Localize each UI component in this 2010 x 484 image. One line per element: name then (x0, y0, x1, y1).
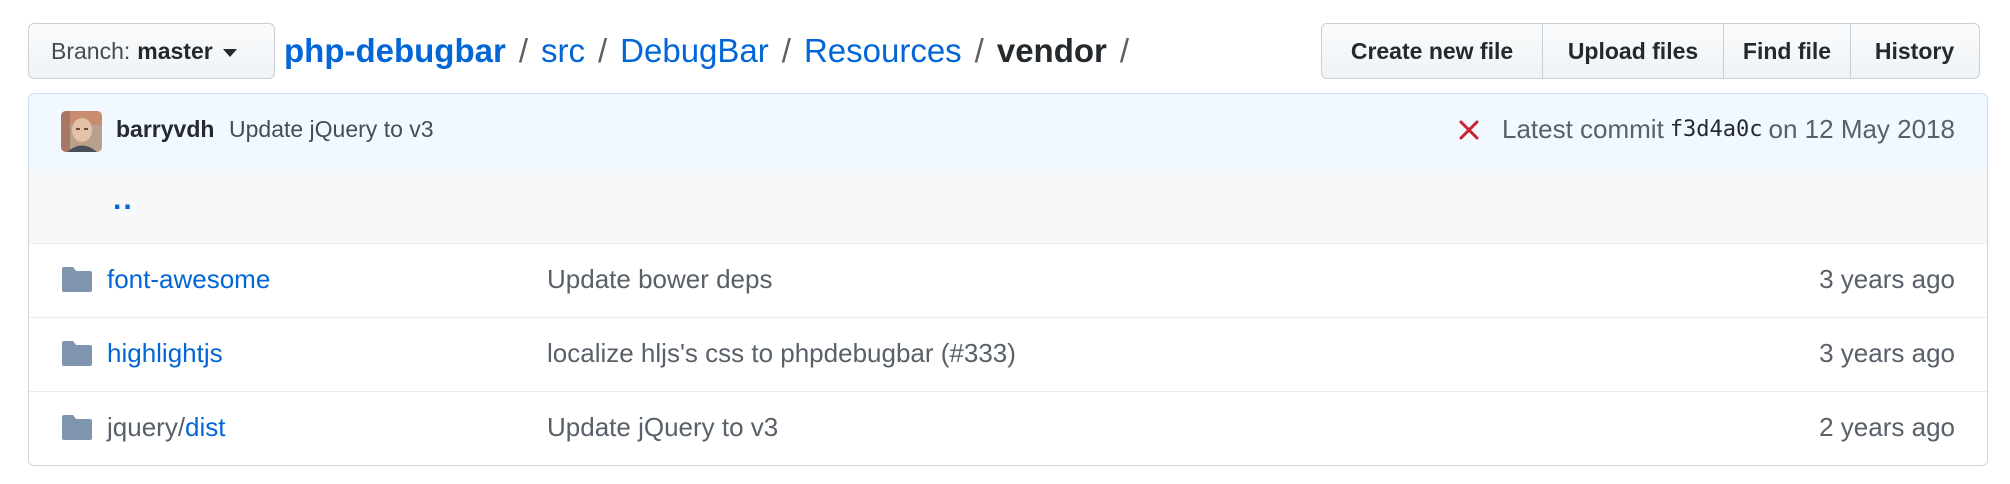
branch-prefix: Branch: (51, 37, 131, 64)
folder-path-prefix: jquery/ (107, 412, 186, 442)
branch-name: master (137, 37, 213, 64)
history-button[interactable]: History (1849, 23, 1980, 79)
commit-message-link[interactable]: Update jQuery to v3 (229, 116, 434, 143)
breadcrumb-repo-link[interactable]: php-debugbar (284, 32, 506, 70)
find-file-button[interactable]: Find file (1723, 23, 1851, 79)
latest-commit-label: Latest commit (1501, 114, 1664, 144)
dropdown-caret-icon (222, 48, 237, 57)
file-commit-message-link[interactable]: Update jQuery to v3 (547, 412, 778, 443)
avatar[interactable] (61, 111, 102, 152)
parent-directory-link[interactable]: .. (113, 183, 134, 217)
repo-navigation-bar: Branch: master php-debugbar / src / Debu… (28, 23, 1988, 79)
file-row: highlightjs localize hljs's css to phpde… (29, 318, 1987, 392)
file-row: font-awesome Update bower deps 3 years a… (29, 244, 1987, 318)
breadcrumb-separator: / (1119, 32, 1130, 69)
file-commit-message-link[interactable]: localize hljs's css to phpdebugbar (#333… (547, 338, 1016, 369)
folder-icon (62, 267, 92, 292)
folder-link-font-awesome[interactable]: font-awesome (107, 264, 270, 295)
folder-link-highlightjs[interactable]: highlightjs (107, 338, 223, 369)
upload-files-button[interactable]: Upload files (1541, 23, 1725, 79)
breadcrumb: php-debugbar / src / DebugBar / Resource… (284, 23, 1142, 79)
file-list: .. font-awesome Update bower deps 3 year… (28, 169, 1988, 466)
breadcrumb-link-debugbar[interactable]: DebugBar (620, 32, 769, 70)
breadcrumb-current-folder: vendor (996, 32, 1107, 69)
file-age: 3 years ago (1819, 264, 1955, 294)
breadcrumb-separator: / (781, 32, 791, 69)
file-age: 3 years ago (1819, 338, 1955, 368)
commit-author-link[interactable]: barryvdh (116, 116, 214, 143)
file-row: jquery/dist Update jQuery to v3 2 years … (29, 392, 1987, 465)
folder-icon (62, 415, 92, 440)
file-actions-group: Create new file Upload files Find file H… (1321, 23, 1980, 79)
commit-meta: Latest commit f3d4a0c on 12 May 2018 (1458, 114, 1955, 145)
commit-date: on 12 May 2018 (1768, 114, 1955, 144)
folder-link-jquery-dist[interactable]: jquery/dist (107, 412, 226, 443)
folder-name: dist (185, 412, 226, 442)
branch-select-button[interactable]: Branch: master (28, 23, 275, 79)
breadcrumb-separator: / (597, 32, 608, 69)
file-commit-message-link[interactable]: Update bower deps (547, 264, 772, 295)
breadcrumb-link-resources[interactable]: Resources (804, 32, 962, 70)
parent-directory-row: .. (29, 169, 1987, 244)
create-new-file-button[interactable]: Create new file (1321, 23, 1543, 79)
breadcrumb-separator: / (518, 32, 528, 69)
file-age: 2 years ago (1819, 412, 1955, 442)
commit-sha-link[interactable]: f3d4a0c (1670, 117, 1763, 142)
breadcrumb-separator: / (974, 32, 984, 69)
folder-icon (62, 341, 92, 366)
latest-commit-bar: barryvdh Update jQuery to v3 Latest comm… (28, 93, 1988, 170)
breadcrumb-link-src[interactable]: src (541, 32, 585, 70)
build-failure-x-icon[interactable] (1458, 119, 1480, 141)
